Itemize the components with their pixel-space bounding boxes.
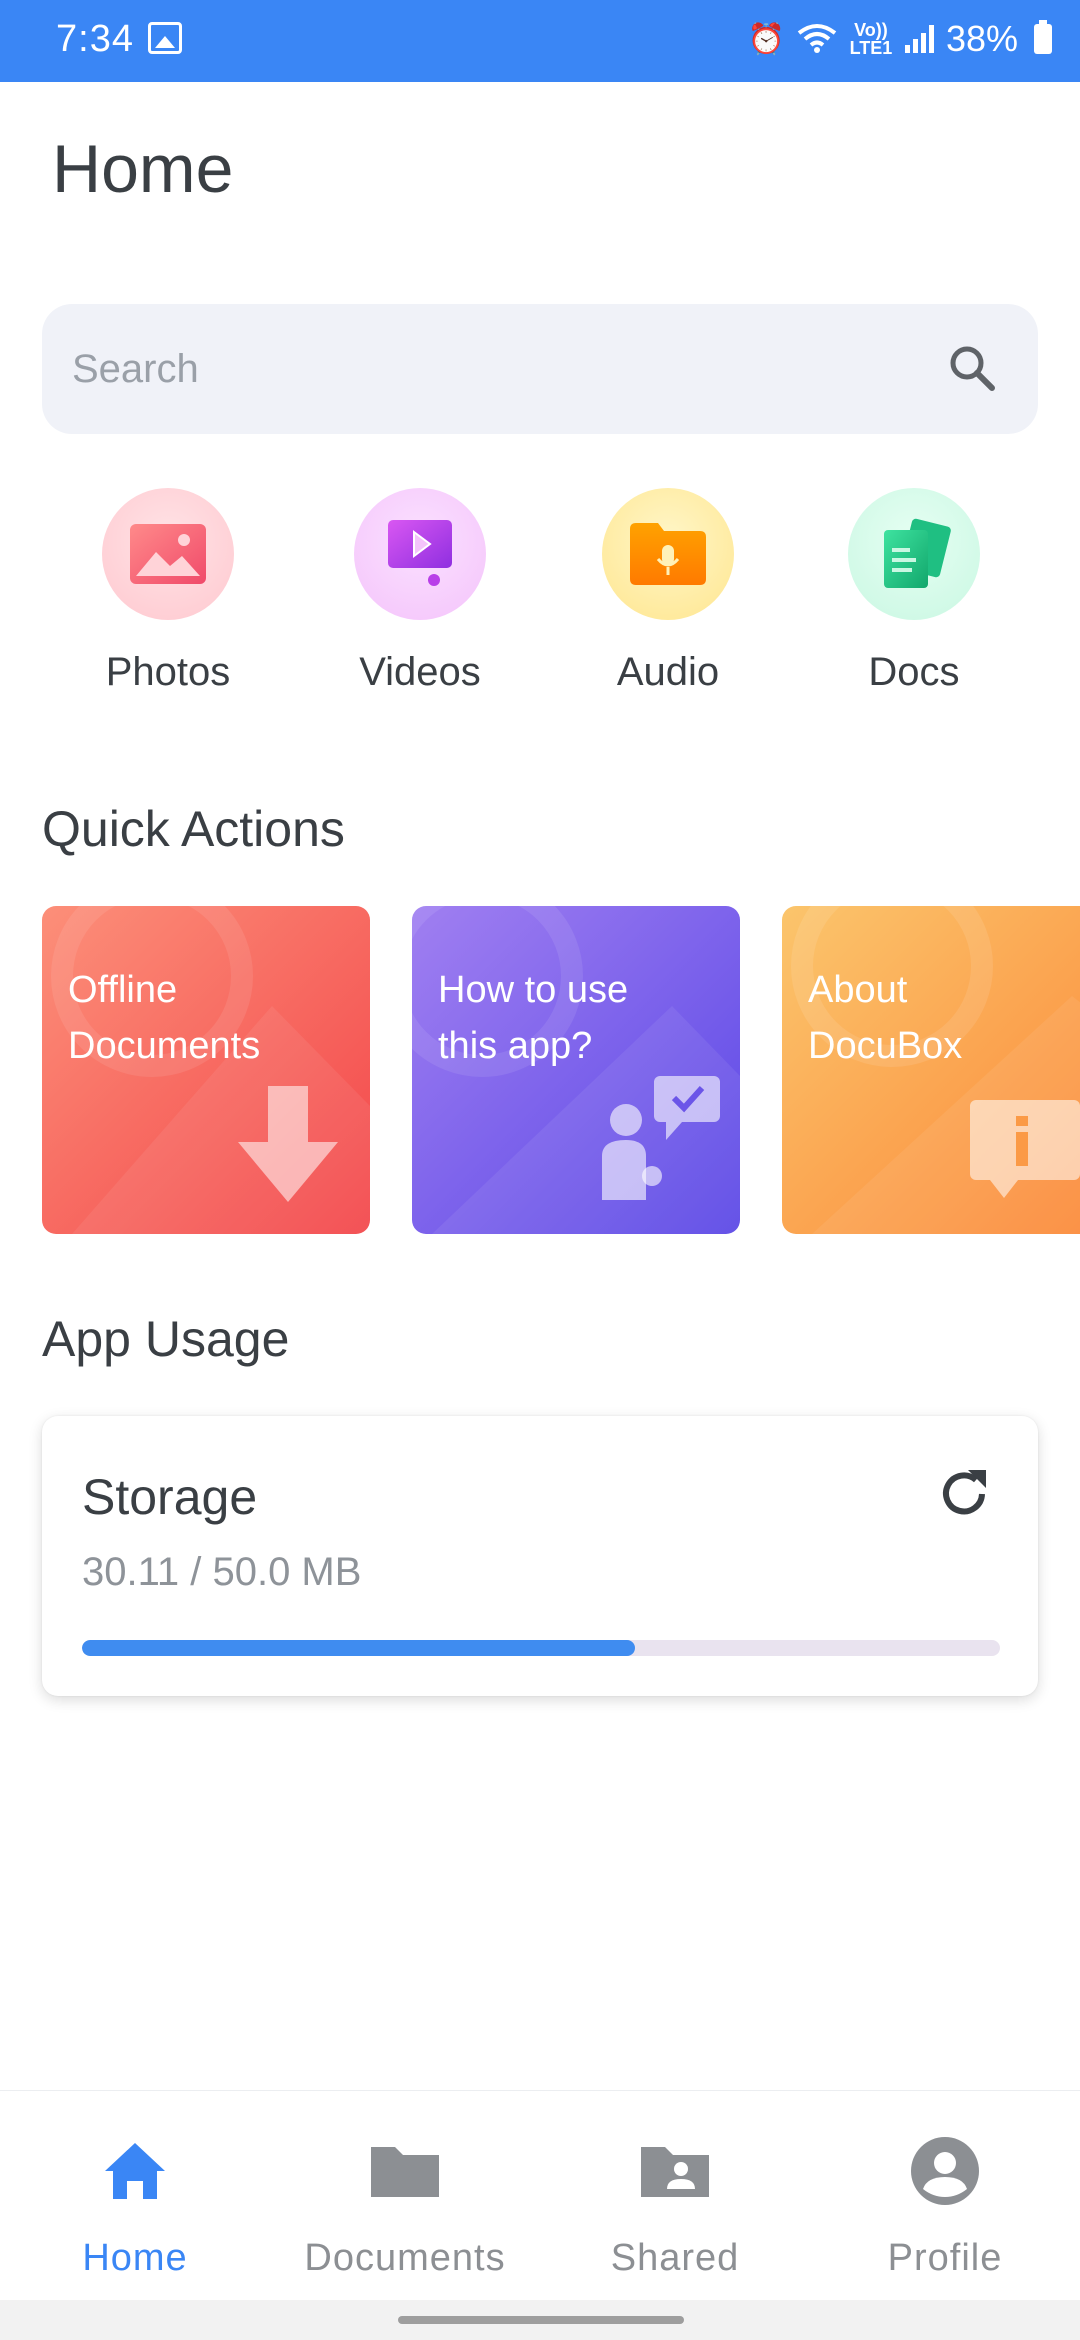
download-arrow-icon	[238, 1086, 338, 1202]
nav-profile[interactable]: Profile	[810, 2131, 1080, 2280]
status-time: 7:34	[56, 18, 134, 60]
card-label: How to use this app?	[438, 969, 629, 1067]
bottom-navigation: Home Documents Shared Profile	[0, 2090, 1080, 2300]
battery-percent: 38%	[945, 18, 1018, 59]
lte-indicator: Vo)) LTE1	[849, 20, 893, 58]
how-to-use-card[interactable]: How to use this app?	[412, 906, 740, 1234]
photos-circle	[102, 488, 234, 620]
page-title: Home	[52, 131, 234, 207]
storage-progress-fill	[82, 1640, 635, 1656]
profile-icon	[911, 2137, 979, 2205]
storage-progress-bar	[82, 1640, 1000, 1656]
category-audio[interactable]: Audio	[568, 488, 768, 695]
photo-icon	[130, 524, 206, 584]
storage-title: Storage	[82, 1469, 258, 1525]
nav-label: Shared	[610, 2237, 740, 2279]
category-label: Videos	[359, 650, 481, 694]
category-videos[interactable]: Videos	[320, 488, 520, 695]
video-icon	[382, 520, 458, 586]
wifi-icon	[797, 24, 837, 53]
signal-icon	[904, 25, 934, 53]
card-label: About DocuBox	[808, 969, 963, 1067]
about-docubox-card[interactable]: About DocuBox	[782, 906, 1080, 1234]
category-photos[interactable]: Photos	[68, 488, 268, 695]
app-usage-title: App Usage	[42, 1311, 290, 1367]
category-label: Photos	[105, 650, 231, 694]
category-label: Audio	[616, 650, 720, 694]
gallery-notification-icon	[148, 22, 182, 54]
audio-circle	[602, 488, 734, 620]
info-icon	[970, 1100, 1080, 1198]
storage-card: Storage 30.11 / 50.0 MB	[42, 1416, 1038, 1696]
nav-label: Documents	[304, 2237, 506, 2279]
videos-circle	[354, 488, 486, 620]
nav-shared[interactable]: Shared	[540, 2131, 810, 2280]
nav-documents[interactable]: Documents	[270, 2131, 540, 2280]
home-gesture-handle[interactable]	[398, 2316, 684, 2324]
category-label: Docs	[868, 650, 960, 694]
shared-folder-icon	[641, 2147, 709, 2197]
search-bar[interactable]	[42, 304, 1038, 434]
status-bar: 7:34 ⏰ Vo)) LTE1 38%	[0, 0, 1080, 82]
docs-icon	[884, 518, 951, 588]
docs-circle	[848, 488, 980, 620]
offline-documents-card[interactable]: Offline Documents	[42, 906, 370, 1234]
quick-actions-title: Quick Actions	[42, 801, 345, 857]
status-icons: ⏰ Vo)) LTE1 38%	[748, 18, 1052, 60]
battery-icon	[1034, 20, 1052, 54]
audio-folder-icon	[630, 523, 706, 585]
system-gesture-bar	[0, 2300, 1080, 2340]
card-label: Offline Documents	[68, 969, 261, 1067]
nav-label: Home	[82, 2237, 188, 2279]
search-icon[interactable]	[946, 342, 998, 394]
folder-icon	[371, 2147, 439, 2197]
alarm-icon: ⏰	[747, 22, 785, 56]
search-input[interactable]	[72, 334, 932, 404]
category-docs[interactable]: Docs	[814, 488, 1014, 695]
refresh-icon[interactable]	[934, 1464, 994, 1524]
home-icon	[105, 2143, 165, 2199]
storage-value: 30.11 / 50.0 MB	[82, 1550, 362, 1594]
help-chat-icon	[602, 1076, 720, 1200]
nav-home[interactable]: Home	[0, 2131, 270, 2280]
nav-label: Profile	[887, 2237, 1003, 2279]
